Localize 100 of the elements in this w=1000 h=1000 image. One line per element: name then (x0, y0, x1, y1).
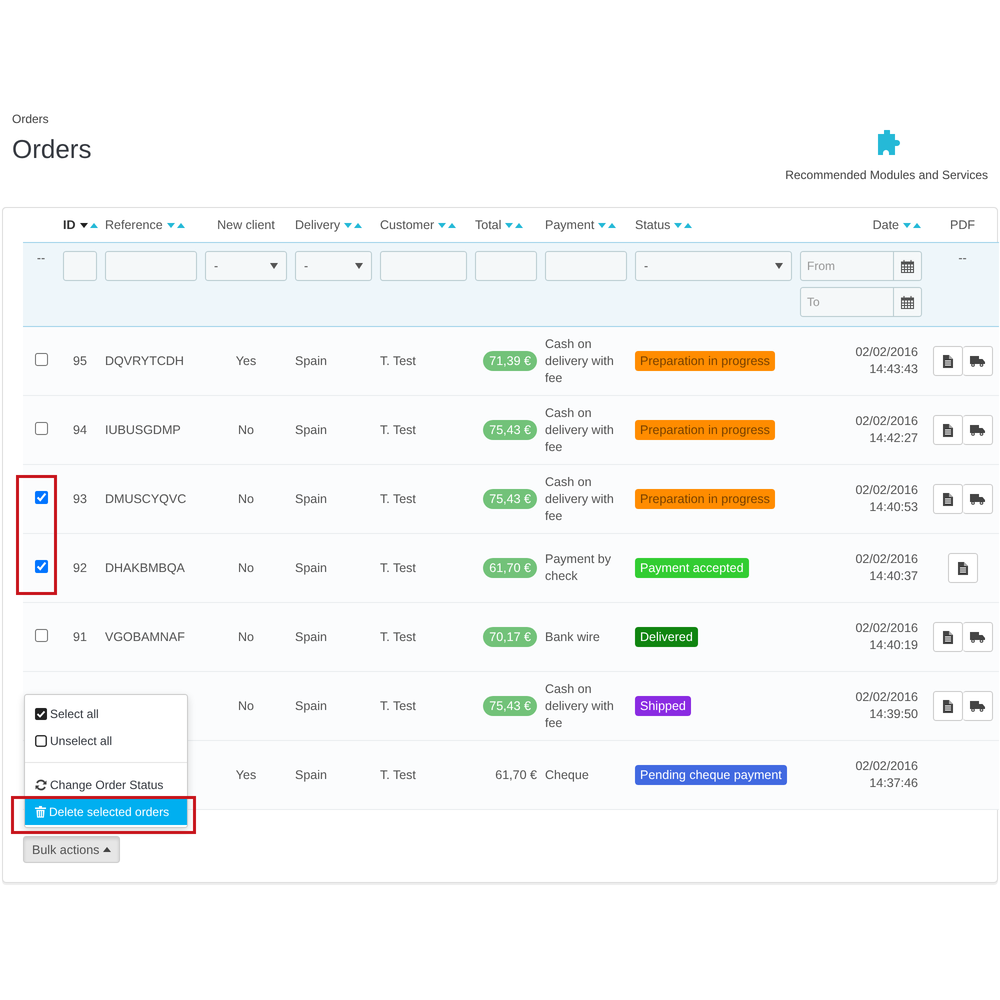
calendar-button[interactable] (894, 287, 922, 317)
total-badge: 75,43 € (483, 420, 537, 440)
filter-select[interactable]: - (295, 251, 372, 281)
invoice-button[interactable] (932, 415, 962, 445)
order-reference: VGOBAMNAF (105, 630, 185, 644)
new-client-text: No (238, 699, 254, 713)
column-header: New client (217, 218, 275, 232)
payment-method: Payment by check (545, 552, 612, 583)
empty-filter-text: -- (957, 251, 968, 265)
recommended-modules-link[interactable]: Recommended Modules and Services (785, 130, 988, 182)
column-header: Payment (545, 218, 594, 232)
document-icon (942, 492, 952, 506)
delivery-slip-button[interactable] (962, 691, 992, 721)
total-badge: 71,39 € (483, 351, 537, 371)
delivery-country: Spain (295, 561, 327, 575)
order-time: 14:43:43 (868, 361, 918, 378)
row-checkbox[interactable] (34, 353, 48, 366)
dropdown-caret-icon (355, 263, 363, 269)
column-header: Delivery (295, 218, 340, 232)
checked-box-icon (35, 708, 47, 720)
column-header: ID (63, 218, 76, 232)
menu-item[interactable]: Select all (25, 700, 187, 727)
document-icon (942, 700, 952, 712)
column-header: Date (872, 218, 899, 232)
column-header: Total (475, 218, 502, 232)
row-checkbox[interactable] (34, 560, 48, 573)
delivery-country: Spain (295, 423, 327, 437)
row-checkbox[interactable] (34, 422, 48, 435)
truck-icon (970, 356, 984, 366)
filter-input[interactable] (475, 251, 537, 281)
trash-icon (35, 806, 46, 818)
order-date: 02/02/2016 (854, 689, 918, 706)
menu-item[interactable]: Unselect all (25, 727, 187, 754)
delivery-slip-button[interactable] (962, 622, 992, 652)
date-input[interactable]: To (800, 287, 894, 317)
caret-up-icon (103, 847, 112, 852)
new-client-text: Yes (236, 768, 256, 782)
calendar-button[interactable] (894, 251, 922, 281)
delivery-country: Spain (295, 768, 327, 782)
sort-icon[interactable] (78, 222, 98, 228)
order-reference: IUBUSGDMP (105, 423, 181, 437)
empty-filter-text: -- (36, 251, 46, 265)
status-badge: Pending cheque payment (635, 765, 787, 785)
order-time: 14:40:53 (868, 499, 918, 516)
refresh-icon (35, 778, 47, 790)
filter-input[interactable] (545, 251, 627, 281)
invoice-button[interactable] (948, 553, 978, 583)
customer-name: T. Test (380, 630, 416, 644)
column-header: PDF (950, 218, 975, 232)
status-badge: Payment accepted (635, 558, 749, 578)
customer-name: T. Test (380, 561, 416, 575)
date-input[interactable]: From (800, 251, 894, 281)
total-badge: 61,70 € (483, 558, 537, 578)
filter-input[interactable] (380, 251, 467, 281)
status-badge: Preparation in progress (635, 489, 775, 509)
customer-name: T. Test (380, 492, 416, 506)
column-header: Customer (380, 218, 434, 232)
total-badge: 75,43 € (483, 696, 537, 716)
menu-item[interactable]: Change Order Status (25, 771, 187, 798)
delivery-slip-button[interactable] (962, 415, 992, 445)
dropdown-caret-icon (775, 263, 783, 269)
customer-name: T. Test (380, 699, 416, 713)
delivery-country: Spain (295, 492, 327, 506)
payment-method: Cheque (545, 768, 589, 782)
order-id: 94 (73, 423, 87, 437)
invoice-button[interactable] (932, 484, 962, 514)
filter-input[interactable] (63, 251, 97, 281)
status-badge: Shipped (635, 696, 691, 716)
delivery-slip-button[interactable] (962, 484, 992, 514)
filter-input[interactable] (105, 251, 197, 281)
order-reference: DHAKBMBQA (105, 561, 185, 575)
customer-name: T. Test (380, 354, 416, 368)
order-date: 02/02/2016 (854, 551, 918, 568)
bulk-actions-button[interactable]: Bulk actions (23, 836, 120, 863)
filter-select[interactable]: - (635, 251, 792, 281)
order-date: 02/02/2016 (854, 620, 918, 637)
total-badge: 75,43 € (483, 489, 537, 509)
order-id: 91 (73, 630, 87, 644)
status-badge: Delivered (635, 627, 698, 647)
order-id: 92 (73, 561, 87, 575)
invoice-button[interactable] (932, 622, 962, 652)
status-badge: Preparation in progress (635, 420, 775, 440)
invoice-button[interactable] (932, 691, 962, 721)
payment-method: Bank wire (545, 630, 600, 644)
document-icon (942, 424, 952, 436)
order-time: 14:40:37 (868, 568, 918, 585)
order-id: 93 (73, 492, 87, 506)
row-checkbox[interactable] (34, 491, 48, 504)
document-icon (958, 562, 968, 574)
document-icon (942, 630, 952, 644)
page-title: Orders (12, 134, 92, 165)
row-checkbox[interactable] (34, 629, 48, 642)
truck-icon (970, 494, 984, 504)
order-date: 02/02/2016 (854, 344, 918, 361)
order-date: 02/02/2016 (854, 482, 918, 499)
breadcrumb[interactable]: Orders (12, 112, 92, 126)
invoice-button[interactable] (932, 346, 962, 376)
delivery-slip-button[interactable] (962, 346, 992, 376)
filter-select[interactable]: - (205, 251, 287, 281)
delivery-country: Spain (295, 699, 327, 713)
